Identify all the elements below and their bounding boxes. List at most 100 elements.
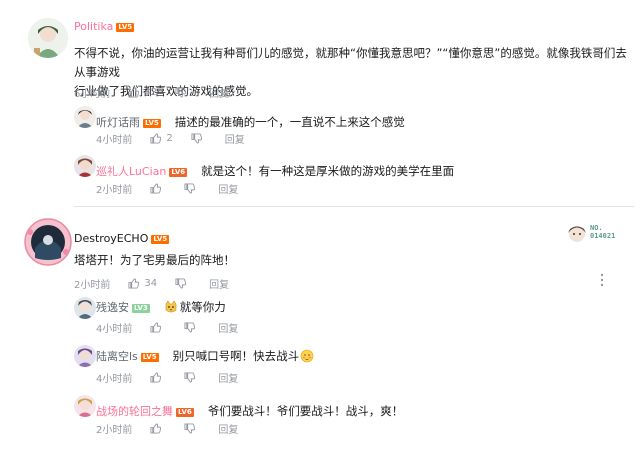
comment-text-line: 塔塔开！为了宅男最后的阵地！ <box>74 253 235 267</box>
avatar-image <box>74 297 96 319</box>
level-badge: LV6 <box>169 168 188 177</box>
thumb-down-icon <box>175 278 187 289</box>
reply-meta: 4小时前 回复 <box>96 370 256 385</box>
thumb-up-icon <box>150 423 162 434</box>
comment-meta: 2小时前 34 回复 <box>74 276 247 291</box>
like-button[interactable]: 2 <box>150 133 173 144</box>
thumb-up-icon <box>128 278 140 289</box>
level-badge: LV5 <box>116 23 135 32</box>
thumb-down-icon <box>175 87 187 98</box>
reply-text: 描述的最准确的一个，一直说不上来这个感觉 <box>174 115 405 129</box>
dislike-button[interactable] <box>175 278 191 289</box>
timestamp: 2小时前 <box>96 425 133 436</box>
username-text[interactable]: 战场的轮回之舞 <box>96 405 173 418</box>
reply-line: 战场的轮回之舞 LV6 爷们要战斗！爷们要战斗！战斗，爽！ <box>96 400 403 419</box>
like-count: 34 <box>144 278 158 289</box>
like-button[interactable] <box>150 423 166 434</box>
reply-avatar[interactable] <box>74 395 96 417</box>
reply-button[interactable]: 回复 <box>218 181 238 196</box>
username-text[interactable]: 听灯话雨 <box>96 116 140 129</box>
thumb-up-icon <box>128 87 140 98</box>
fan-badge-icon <box>568 226 586 242</box>
reply-line: 陆离空ls LV5 别只喊口号啊！快去战斗 <box>96 348 314 364</box>
more-vertical-icon[interactable] <box>598 273 606 287</box>
reply-meta: 4小时前 回复 <box>96 320 256 335</box>
like-button[interactable] <box>150 322 166 333</box>
like-button[interactable]: 34 <box>128 278 157 289</box>
reply-text: 别只喊口号啊！快去战斗 <box>172 349 300 363</box>
fan-badge-no: NO. <box>590 224 603 232</box>
thumb-up-icon <box>150 183 162 194</box>
avatar-image <box>28 18 68 58</box>
reply-avatar[interactable] <box>74 297 96 319</box>
dislike-button[interactable] <box>191 133 207 144</box>
level-badge: LV5 <box>140 353 159 362</box>
thumb-down-icon <box>184 183 196 194</box>
avatar[interactable] <box>28 18 68 58</box>
divider <box>74 206 634 207</box>
reply-avatar[interactable] <box>74 106 96 128</box>
avatar-image <box>74 155 96 177</box>
timestamp: 2小时前 <box>74 280 111 291</box>
blush-emoji-icon <box>300 349 314 363</box>
timestamp: 4小时前 <box>96 135 133 146</box>
comment-username[interactable]: Politika LV5 <box>74 20 135 33</box>
thumb-down-icon <box>184 423 196 434</box>
reply-button[interactable]: 回复 <box>218 320 238 335</box>
thumb-up-icon <box>150 322 162 333</box>
thumb-down-icon <box>184 322 196 333</box>
reply-username[interactable]: 听灯话雨 LV5 <box>96 116 161 129</box>
avatar-image <box>74 106 96 128</box>
thumb-down-icon <box>191 133 202 144</box>
thumb-down-icon <box>184 372 196 383</box>
fan-badge-number: 014021 <box>590 232 616 240</box>
like-button[interactable] <box>150 372 166 383</box>
dislike-button[interactable] <box>184 322 200 333</box>
reply-button[interactable]: 回复 <box>225 131 245 146</box>
reply-line: 听灯话雨 LV5 描述的最准确的一个，一直说不上来这个感觉 <box>96 111 405 130</box>
comment-text: 塔塔开！为了宅男最后的阵地！ <box>74 251 235 270</box>
reply-avatar[interactable] <box>74 155 96 177</box>
comment-username[interactable]: DestroyECHO LV5 <box>74 232 170 245</box>
reply-meta: 2小时前 回复 <box>96 421 256 436</box>
reply-line: 残逸安 LV3 就等你力 <box>96 299 226 315</box>
thumb-up-icon <box>150 372 162 383</box>
username-text[interactable]: 残逸安 <box>96 301 129 314</box>
like-button[interactable]: 42 <box>128 87 157 98</box>
username-text[interactable]: 陆离空ls <box>96 350 138 363</box>
level-badge: LV5 <box>143 119 161 128</box>
reply-username[interactable]: 残逸安 LV3 <box>96 299 150 315</box>
reply-button[interactable]: 回复 <box>209 85 229 100</box>
comment-meta: 6小时前 42 回复 <box>74 85 247 100</box>
reply-text: 就等你力 <box>179 300 226 314</box>
username-text[interactable]: Politika <box>74 20 113 33</box>
dislike-button[interactable] <box>175 87 191 98</box>
like-button[interactable] <box>150 183 166 194</box>
reply-text: 就是这个！有一种这是厚米做的游戏的美学在里面 <box>201 164 455 178</box>
timestamp: 6小时前 <box>74 89 111 100</box>
reply-button[interactable]: 回复 <box>218 370 238 385</box>
like-count: 2 <box>166 133 173 144</box>
dislike-button[interactable] <box>184 183 200 194</box>
level-badge: LV6 <box>176 408 194 417</box>
timestamp: 4小时前 <box>96 324 133 335</box>
level-badge: LV5 <box>151 235 170 244</box>
reply-username[interactable]: 陆离空ls LV5 <box>96 348 159 364</box>
dislike-button[interactable] <box>184 372 200 383</box>
reply-line: 巡礼人LuCian LV6 就是这个！有一种这是厚米做的游戏的美学在里面 <box>96 160 454 179</box>
username-text[interactable]: DestroyECHO <box>74 232 148 245</box>
reply-meta: 2小时前 回复 <box>96 181 256 196</box>
dislike-button[interactable] <box>184 423 200 434</box>
reply-username[interactable]: 战场的轮回之舞 LV6 <box>96 405 194 418</box>
avatar-image <box>74 345 96 367</box>
reply-button[interactable]: 回复 <box>209 276 229 291</box>
avatar-image <box>74 395 96 417</box>
reply-button[interactable]: 回复 <box>218 421 238 436</box>
reply-avatar[interactable] <box>74 345 96 367</box>
reply-username[interactable]: 巡礼人LuCian LV6 <box>96 165 188 178</box>
more-menu-button[interactable] <box>598 272 606 287</box>
username-text[interactable]: 巡礼人LuCian <box>96 165 166 178</box>
timestamp: 4小时前 <box>96 374 133 385</box>
avatar[interactable] <box>24 218 72 266</box>
avatar-image <box>24 218 72 266</box>
